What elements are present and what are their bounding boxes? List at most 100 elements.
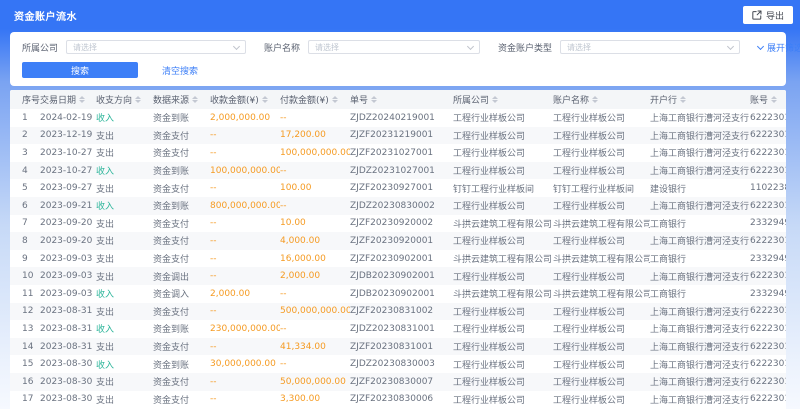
- payment-cell: --: [280, 285, 350, 303]
- column-header-bank[interactable]: 开户行: [650, 90, 750, 109]
- bank-cell: 上海工商银行漕河泾支行: [650, 232, 750, 250]
- bank-cell: 上海工商银行漕河泾支行: [650, 162, 750, 180]
- sort-icon: [79, 96, 85, 103]
- receipt-cell: --: [210, 373, 280, 391]
- account-type-filter-label: 资金账户类型: [498, 41, 552, 54]
- bank-cell: 工商银行: [650, 285, 750, 303]
- account-no-cell: 622230111: [750, 391, 786, 409]
- account-name-cell: 工程行业样板公司: [553, 320, 650, 338]
- sort-icon: [192, 96, 198, 103]
- transactions-table-card: 序号交易日期收支方向数据来源收款金额(¥)付款金额(¥)单号所属公司账户名称开户…: [10, 90, 786, 409]
- account-no-cell: 622230111: [750, 144, 786, 162]
- date-cell: 2024-02-19: [40, 109, 96, 127]
- order-no-cell: ZJZF20230831001: [350, 338, 453, 356]
- no-cell: 1: [10, 109, 40, 127]
- order-no-cell: ZJZF20231219001: [350, 127, 453, 145]
- page-title: 资金账户流水: [14, 8, 77, 23]
- no-cell: 14: [10, 338, 40, 356]
- column-header-order-no[interactable]: 单号: [350, 90, 453, 109]
- table-row: 132023-08-31收入资金到账230,000,000.00--ZJDZ20…: [10, 320, 786, 338]
- column-header-company[interactable]: 所属公司: [453, 90, 553, 109]
- source-cell: 资金支付: [153, 391, 210, 409]
- direction-cell: 支出: [96, 267, 153, 285]
- source-cell: 资金调出: [153, 267, 210, 285]
- source-cell: 资金支付: [153, 232, 210, 250]
- table-row: 172023-08-30支出资金支付--3,300.00ZJZF20230830…: [10, 391, 786, 409]
- bank-cell: 上海工商银行漕河泾支行: [650, 303, 750, 321]
- date-cell: 2023-10-27: [40, 144, 96, 162]
- receipt-cell: --: [210, 338, 280, 356]
- receipt-cell: --: [210, 215, 280, 233]
- company-cell: 工程行业样板公司: [453, 162, 553, 180]
- bank-cell: 上海工商银行漕河泾支行: [650, 127, 750, 145]
- filter-panel: 所属公司 请选择 账户名称 请选择 资金账户类型 请选择 展开筛选 搜索: [10, 32, 786, 86]
- no-cell: 8: [10, 232, 40, 250]
- direction-cell: 收入: [96, 197, 153, 215]
- no-cell: 12: [10, 303, 40, 321]
- column-header-payment[interactable]: 付款金额(¥): [280, 90, 350, 109]
- company-cell: 工程行业样板公司: [453, 373, 553, 391]
- clear-search-button[interactable]: 清空搜索: [162, 64, 198, 77]
- source-cell: 资金支付: [153, 373, 210, 391]
- payment-cell: 4,000.00: [280, 232, 350, 250]
- table-header-row: 序号交易日期收支方向数据来源收款金额(¥)付款金额(¥)单号所属公司账户名称开户…: [10, 90, 786, 109]
- company-select[interactable]: 请选择: [66, 40, 246, 54]
- account-name-cell: 斗拱云建筑工程有限公司: [553, 285, 650, 303]
- account-name-filter-label: 账户名称: [264, 41, 300, 54]
- column-header-label: 所属公司: [453, 93, 489, 106]
- no-cell: 7: [10, 215, 40, 233]
- account-no-cell: 110223825: [750, 179, 786, 197]
- date-cell: 2023-09-03: [40, 285, 96, 303]
- export-button[interactable]: 导出: [743, 6, 793, 24]
- date-cell: 2023-09-20: [40, 232, 96, 250]
- sort-icon: [680, 96, 686, 103]
- account-name-cell: 工程行业样板公司: [553, 267, 650, 285]
- account-name-select[interactable]: 请选择: [308, 40, 480, 54]
- order-no-cell: ZJZF20230920001: [350, 232, 453, 250]
- table-row: 112023-09-03收入资金调入2,000.00--ZJDB20230902…: [10, 285, 786, 303]
- top-header-bar: 资金账户流水 导出: [0, 0, 800, 30]
- no-cell: 15: [10, 355, 40, 373]
- source-cell: 资金支付: [153, 179, 210, 197]
- company-cell: 钉钉工程行业样板间: [453, 179, 553, 197]
- company-cell: 斗拱云建筑工程有限公司: [453, 215, 553, 233]
- account-type-select[interactable]: 请选择: [560, 40, 740, 54]
- account-name-cell: 斗拱云建筑工程有限公司: [553, 215, 650, 233]
- column-header-direction[interactable]: 收支方向: [96, 90, 153, 109]
- bank-cell: 工商银行: [650, 215, 750, 233]
- table-row: 162023-08-30支出资金支付--50,000,000.00ZJZF202…: [10, 373, 786, 391]
- source-cell: 资金到账: [153, 109, 210, 127]
- payment-cell: 16,000.00: [280, 250, 350, 268]
- date-cell: 2023-08-30: [40, 391, 96, 409]
- company-select-placeholder: 请选择: [73, 42, 97, 53]
- expand-filters-link[interactable]: 展开筛选: [758, 41, 800, 54]
- company-cell: 工程行业样板公司: [453, 355, 553, 373]
- sort-icon: [771, 96, 777, 103]
- column-header-receipt[interactable]: 收款金额(¥): [210, 90, 280, 109]
- filter-group-company: 所属公司 请选择: [22, 40, 246, 54]
- sort-icon: [492, 96, 498, 103]
- payment-cell: --: [280, 109, 350, 127]
- column-header-date[interactable]: 交易日期: [40, 90, 96, 109]
- receipt-cell: 2,000.00: [210, 285, 280, 303]
- column-header-label: 账户名称: [553, 93, 589, 106]
- sort-icon: [371, 96, 377, 103]
- bank-cell: 上海工商银行漕河泾支行: [650, 197, 750, 215]
- table-row: 52023-09-27支出资金支付--100.00ZJZF20230927001…: [10, 179, 786, 197]
- search-button[interactable]: 搜索: [22, 62, 138, 78]
- receipt-cell: 800,000,000.00: [210, 197, 280, 215]
- column-header-source[interactable]: 数据来源: [153, 90, 210, 109]
- payment-cell: 100,000,000.00: [280, 144, 350, 162]
- bank-cell: 上海工商银行漕河泾支行: [650, 267, 750, 285]
- no-cell: 2: [10, 127, 40, 145]
- date-cell: 2023-08-30: [40, 373, 96, 391]
- order-no-cell: ZJZF20230902001: [350, 250, 453, 268]
- column-header-account-no[interactable]: 账号: [750, 90, 786, 109]
- account-no-cell: 23329499-: [750, 250, 786, 268]
- company-cell: 工程行业样板公司: [453, 197, 553, 215]
- receipt-cell: 100,000,000.00: [210, 162, 280, 180]
- column-header-account-name[interactable]: 账户名称: [553, 90, 650, 109]
- direction-cell: 支出: [96, 232, 153, 250]
- payment-cell: 41,334.00: [280, 338, 350, 356]
- column-header-label: 单号: [350, 93, 368, 106]
